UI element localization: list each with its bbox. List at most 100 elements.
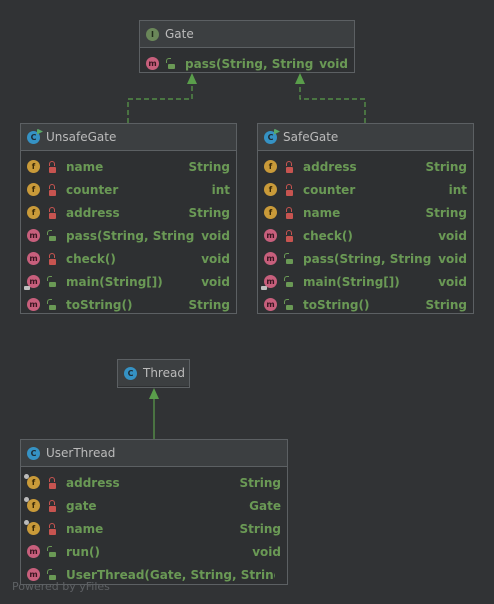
field-row-address[interactable]: f address String [258, 155, 473, 178]
method-row-pass-string-string[interactable]: m pass(String, String) void [258, 247, 473, 270]
member-name: toString() [66, 297, 133, 312]
member-name: toString() [303, 297, 370, 312]
member-type: void [252, 544, 281, 559]
member-name: main(String[]) [66, 274, 163, 289]
private-lock-icon [46, 206, 58, 219]
member-list: m pass(String, String) void [140, 48, 354, 75]
field-row-name[interactable]: f name String [21, 517, 287, 540]
class-header: C Thread [118, 360, 189, 386]
method-icon: m [27, 545, 40, 558]
method-icon: m [27, 298, 40, 311]
watermark: Powered by yFiles [12, 580, 110, 593]
member-type: String [239, 521, 281, 536]
class-icon: C [124, 366, 137, 380]
field-row-name[interactable]: f name String [21, 155, 236, 178]
field-row-name[interactable]: f name String [258, 201, 473, 224]
member-type: String [239, 475, 281, 490]
field-row-address[interactable]: f address String [21, 471, 287, 494]
public-unlock-icon [283, 252, 295, 265]
method-icon: m [264, 229, 277, 242]
field-row-gate[interactable]: f gate Gate [21, 494, 287, 517]
final-badge-icon [24, 520, 29, 525]
class-icon: C [264, 128, 280, 144]
field-icon: f [27, 160, 40, 173]
method-row-check[interactable]: m check() void [21, 247, 236, 270]
member-type: void [201, 228, 230, 243]
member-name: pass(String, String) [185, 56, 314, 71]
class-icon: C [27, 446, 40, 460]
edge-unsafegate-implements-gate [127, 73, 197, 123]
field-row-address[interactable]: f address String [21, 201, 236, 224]
field-icon: f [24, 474, 40, 489]
method-icon: m [264, 298, 277, 311]
edge-safegate-implements-gate [295, 73, 366, 123]
method-row-main-string[interactable]: m main(String[]) void [258, 270, 473, 293]
private-lock-icon [46, 252, 58, 265]
method-icon: m [27, 229, 40, 242]
public-unlock-icon [165, 57, 177, 70]
class-header: I Gate [140, 21, 354, 48]
private-lock-icon [283, 160, 295, 173]
method-icon: m [146, 57, 159, 70]
method-icon: m [27, 252, 40, 265]
method-icon: m [261, 275, 277, 290]
public-unlock-icon [46, 275, 58, 288]
class-safegate[interactable]: C SafeGate f address String f counter int f name S… [257, 123, 474, 314]
public-unlock-icon [283, 298, 295, 311]
member-type: String [425, 297, 467, 312]
private-lock-icon [283, 229, 295, 242]
class-gate[interactable]: I Gate m pass(String, String) void [139, 20, 355, 73]
member-type: int [211, 182, 230, 197]
field-icon: f [27, 183, 40, 196]
public-unlock-icon [46, 229, 58, 242]
private-lock-icon [46, 476, 58, 489]
class-userthread[interactable]: C UserThread f address String f gate Gate f name S… [20, 439, 288, 585]
member-name: pass(String, String) [66, 228, 196, 243]
class-unsafegate[interactable]: C UnsafeGate f name String f counter int f addres… [20, 123, 237, 314]
class-icon: C [27, 128, 43, 144]
method-row-tostring[interactable]: m toString() String [21, 293, 236, 316]
field-icon: f [24, 497, 40, 512]
public-unlock-icon [46, 298, 58, 311]
member-name: pass(String, String) [303, 251, 433, 266]
member-list: f address String f counter int f name String m che… [258, 151, 473, 316]
member-type: void [438, 228, 467, 243]
method-row-main-string[interactable]: m main(String[]) void [21, 270, 236, 293]
public-unlock-icon [283, 275, 295, 288]
class-name: SafeGate [283, 130, 339, 144]
method-row-pass-string-string[interactable]: m pass(String, String) void [21, 224, 236, 247]
private-lock-icon [283, 183, 295, 196]
method-row-check[interactable]: m check() void [258, 224, 473, 247]
member-name: address [66, 475, 120, 490]
member-type: Gate [249, 498, 281, 513]
class-header: C UserThread [21, 440, 287, 467]
member-list: f name String f counter int f address String m pas… [21, 151, 236, 316]
method-row-tostring[interactable]: m toString() String [258, 293, 473, 316]
final-badge-icon [24, 497, 29, 502]
interface-icon: I [146, 27, 159, 41]
member-list: f address String f gate Gate f name String m run()… [21, 467, 287, 586]
field-row-counter[interactable]: f counter int [21, 178, 236, 201]
method-row-run[interactable]: m run() void [21, 540, 287, 563]
field-icon: f [264, 160, 277, 173]
member-type: String [188, 297, 230, 312]
public-unlock-icon [46, 545, 58, 558]
member-name: check() [303, 228, 353, 243]
member-type: String [188, 205, 230, 220]
member-name: check() [66, 251, 116, 266]
member-type: void [319, 56, 348, 71]
member-type: void [201, 251, 230, 266]
field-row-counter[interactable]: f counter int [258, 178, 473, 201]
member-type: void [201, 274, 230, 289]
class-name: UnsafeGate [46, 130, 117, 144]
field-icon: f [24, 520, 40, 535]
class-name: UserThread [46, 446, 116, 460]
member-name: main(String[]) [303, 274, 400, 289]
member-name: name [66, 159, 104, 174]
member-name: address [303, 159, 357, 174]
class-thread[interactable]: C Thread [117, 359, 190, 388]
method-row-pass-string-string[interactable]: m pass(String, String) void [140, 52, 354, 75]
private-lock-icon [46, 160, 58, 173]
member-name: run() [66, 544, 100, 559]
field-icon: f [264, 206, 277, 219]
